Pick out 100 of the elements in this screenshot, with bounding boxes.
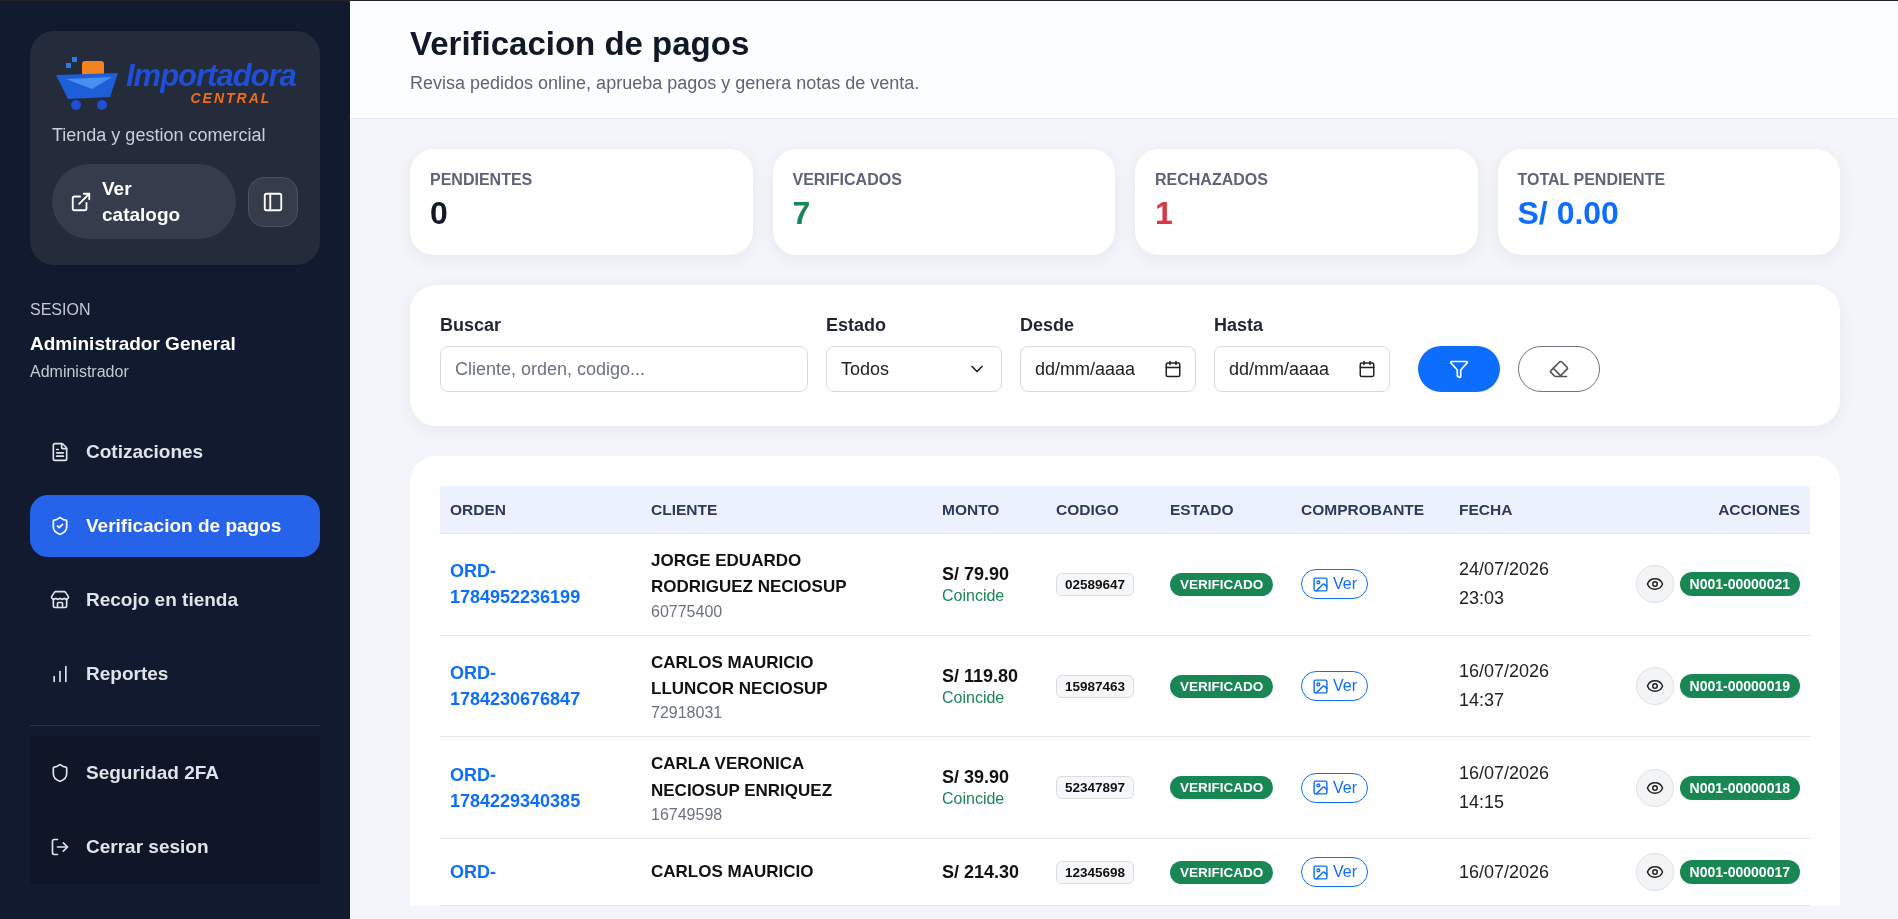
amount: S/ 214.30 [942,861,1020,883]
brand-subtitle: Tienda y gestion comercial [52,125,267,146]
payment-code: 15987463 [1056,674,1135,698]
order-link[interactable]: ORD-1784229340385 [450,761,595,814]
view-button[interactable] [1635,565,1674,604]
column-header: ESTADO [1169,500,1235,519]
calendar-icon [1164,360,1182,378]
stat-value: 0 [430,195,449,232]
external-link-icon [70,190,92,213]
view-button[interactable] [1635,768,1674,807]
view-receipt-button[interactable]: Ver [1301,671,1368,702]
view-receipt-button[interactable]: Ver [1301,569,1368,600]
client-document: 60775400 [651,602,723,621]
user-name: Administrador General [30,333,237,356]
amount: S/ 79.90 [942,563,1010,585]
view-button[interactable] [1635,853,1674,892]
column-header: CLIENTE [650,500,719,519]
payment-code: 52347897 [1056,776,1135,800]
shield-icon [50,763,70,784]
client-document: 72918031 [651,704,723,723]
nav-item[interactable]: Cerrar sesion [30,816,320,879]
client-name: CARLOS MAURICIO LLUNCOR NECIOSUP [651,651,829,701]
image-icon [1312,863,1329,881]
page-subtitle: Revisa pedidos online, aprueba pagos y genera notas de venta. [410,73,921,94]
stat-value: S/ 0.00 [1517,195,1620,232]
nav-item[interactable]: Seguridad 2FA [30,742,320,805]
amount: S/ 39.90 [942,767,1010,789]
status-select[interactable]: Todos [826,346,1002,392]
field-label: Hasta [1214,315,1265,336]
match-status: Coincide [942,688,1005,707]
stat-label: PENDIENTES [430,171,534,189]
catalog-button[interactable]: Ver catalogo [52,164,236,240]
client-name: CARLA VERONICA NECIOSUP ENRIQUEZ [651,753,834,802]
column-header: ORDEN [449,500,507,519]
date-text: 16/07/2026 [1459,660,1550,684]
document-icon [50,442,70,463]
stat-label: RECHAZADOS [1155,171,1269,189]
eraser-icon [1549,359,1569,379]
column-header: ACCIONES [1717,500,1801,519]
column-header: MONTO [941,500,1001,519]
filter-button[interactable] [1418,346,1500,392]
date-field[interactable]: dd/mm/aaaa [1020,346,1196,392]
payment-code: 02589647 [1056,572,1135,596]
time-text: 14:37 [1459,689,1505,713]
bar-chart-icon [50,664,70,685]
page-title: Verificacion de pagos [410,25,751,63]
amount: S/ 119.80 [942,665,1019,687]
field-label: Buscar [440,315,503,336]
status-badge: VERIFICADO [1170,674,1274,698]
sale-note-badge: N001-00000019 [1679,674,1800,699]
store-icon [50,590,70,611]
view-button[interactable] [1635,667,1674,706]
view-receipt-button[interactable]: Ver [1301,772,1368,803]
image-icon [1312,677,1329,695]
time-text: 14:15 [1459,790,1505,814]
logo-wordmark: Importadora [126,59,296,91]
nav-item[interactable]: Recojo en tienda [30,569,320,632]
order-link[interactable]: ORD- [450,859,496,886]
session-label: SESION [30,301,92,320]
sale-note-badge: N001-00000018 [1679,775,1800,800]
match-status: Coincide [942,790,1005,809]
filter-icon [1449,359,1469,379]
logout-icon [50,837,70,858]
logo-tagline: CENTRAL [190,90,272,105]
stat-label: TOTAL PENDIENTE [1517,171,1667,189]
payment-code: 12345698 [1056,860,1135,884]
column-header: COMPROBANTE [1300,500,1426,519]
panel-icon [262,190,284,213]
stat-label: VERIFICADOS [792,171,903,189]
stat-value: 1 [1155,195,1174,232]
order-link[interactable]: ORD-1784230676847 [450,659,595,713]
date-field[interactable]: dd/mm/aaaa [1214,346,1390,392]
client-name: JORGE EDUARDO RODRIGUEZ NECIOSUP [651,550,848,599]
order-link[interactable]: ORD-1784952236199 [450,558,595,611]
shield-check-icon [50,516,70,537]
client-name: CARLOS MAURICIO [651,860,814,883]
field-label: Desde [1020,315,1076,336]
sidebar-toggle-button[interactable] [248,176,298,227]
view-receipt-button[interactable]: Ver [1301,857,1368,888]
search-field[interactable]: Cliente, orden, codigo... [440,346,808,392]
calendar-icon [1358,360,1376,378]
clear-button[interactable] [1518,346,1600,392]
date-text: 24/07/2026 [1459,558,1550,582]
user-role: Administrador [30,363,130,382]
match-status: Coincide [942,586,1005,605]
date-text: 16/07/2026 [1459,761,1550,785]
sale-note-badge: N001-00000021 [1679,572,1800,597]
time-text: 23:03 [1459,587,1505,611]
nav-item[interactable]: Verificacion de pagos [30,495,320,558]
sale-note-badge: N001-00000017 [1679,860,1800,885]
status-badge: VERIFICADO [1170,776,1274,800]
nav-item[interactable]: Cotizaciones [30,421,320,484]
column-header: FECHA [1458,500,1514,519]
nav-item[interactable]: Reportes [30,643,320,706]
status-badge: VERIFICADO [1170,860,1274,884]
date-text: 16/07/2026 [1459,860,1550,884]
client-document: 16749598 [651,806,723,825]
field-label: Estado [826,315,887,336]
column-header: CODIGO [1055,500,1120,519]
stat-value: 7 [792,195,812,232]
